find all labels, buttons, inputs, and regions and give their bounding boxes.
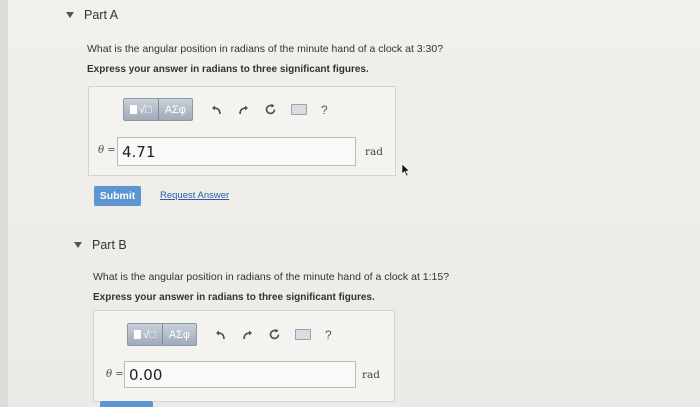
- keyboard-icon[interactable]: [294, 327, 311, 343]
- templates-button[interactable]: √□: [124, 99, 158, 120]
- part-a-tool-group: √□ ΑΣφ: [123, 98, 193, 121]
- part-b-question: What is the angular position in radians …: [93, 271, 450, 283]
- collapse-caret-icon[interactable]: [74, 242, 82, 248]
- symbols-button[interactable]: ΑΣφ: [161, 324, 196, 345]
- part-a-title: Part A: [84, 8, 119, 22]
- part-b-unit: rad: [362, 369, 381, 381]
- part-b-tool-group: √□ ΑΣφ: [127, 323, 197, 346]
- redo-icon[interactable]: [235, 102, 251, 118]
- part-a-variable: θ =: [98, 145, 116, 156]
- undo-icon[interactable]: [213, 327, 229, 343]
- collapse-caret-icon[interactable]: [66, 12, 74, 18]
- part-a-toolbar: √□ ΑΣφ ?: [123, 98, 328, 121]
- symbols-label: ΑΣφ: [164, 103, 186, 116]
- part-a-unit: rad: [365, 146, 384, 158]
- part-b-hint: Express your answer in radians to three …: [93, 292, 375, 303]
- part-b-answer-input[interactable]: 0.00: [124, 361, 356, 388]
- templates-label: √□: [143, 328, 156, 341]
- template-square-icon: [130, 105, 137, 114]
- reset-icon[interactable]: [267, 327, 283, 343]
- help-icon[interactable]: ?: [325, 328, 332, 342]
- redo-icon[interactable]: [239, 327, 255, 343]
- part-b-title: Part B: [92, 238, 127, 252]
- symbols-label: ΑΣφ: [168, 328, 190, 341]
- part-a-header[interactable]: Part A: [66, 8, 118, 22]
- request-answer-link[interactable]: Request Answer: [160, 190, 229, 201]
- template-square-icon: [134, 330, 141, 339]
- symbols-button[interactable]: ΑΣφ: [157, 99, 192, 120]
- keyboard-icon[interactable]: [290, 102, 307, 118]
- part-b-submit-button-edge[interactable]: [100, 401, 153, 407]
- templates-button[interactable]: √□: [128, 324, 162, 345]
- help-icon[interactable]: ?: [321, 103, 328, 117]
- part-b-toolbar: √□ ΑΣφ ?: [127, 323, 332, 346]
- reset-icon[interactable]: [263, 102, 279, 118]
- templates-label: √□: [139, 103, 152, 116]
- part-b-header[interactable]: Part B: [74, 238, 127, 252]
- submit-button[interactable]: Submit: [94, 186, 141, 206]
- part-a-answer-input[interactable]: 4.71: [117, 137, 356, 166]
- part-a-hint: Express your answer in radians to three …: [87, 64, 369, 75]
- undo-icon[interactable]: [209, 102, 225, 118]
- part-b-variable: θ =: [106, 369, 124, 380]
- part-a-question: What is the angular position in radians …: [87, 43, 444, 55]
- left-edge: [0, 0, 8, 407]
- mouse-pointer-icon: [401, 163, 411, 177]
